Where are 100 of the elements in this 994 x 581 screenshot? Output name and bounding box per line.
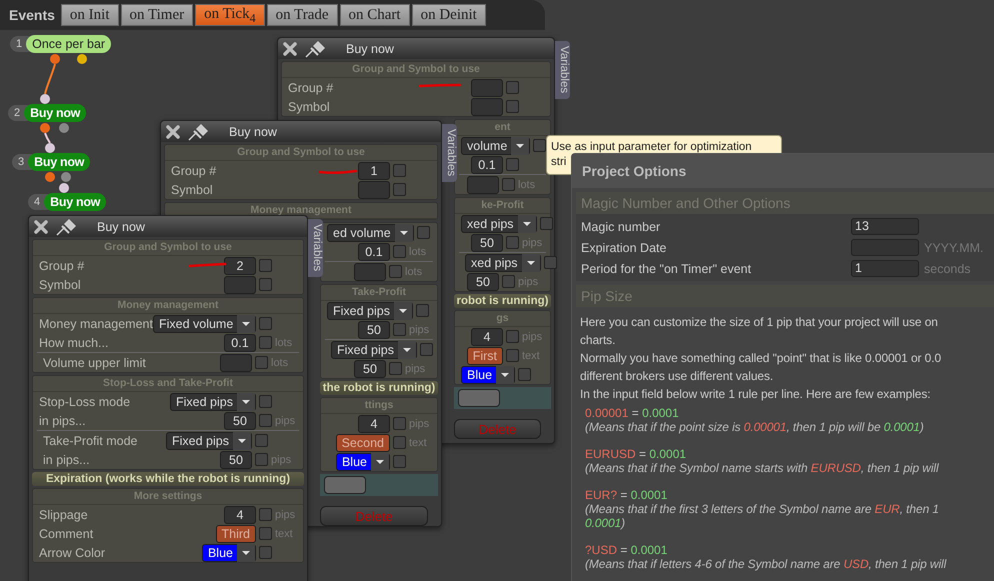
event-tab[interactable]: on Chart	[340, 4, 410, 26]
input-field[interactable]	[224, 276, 256, 294]
checkbox[interactable]	[540, 217, 553, 230]
checkbox[interactable]	[506, 100, 519, 113]
checkbox[interactable]	[259, 259, 272, 272]
pin-icon[interactable]	[304, 40, 326, 58]
status-button[interactable]	[458, 389, 500, 407]
checkbox[interactable]	[393, 323, 406, 336]
input-field[interactable]	[354, 262, 386, 280]
checkbox[interactable]	[389, 362, 402, 375]
input-field[interactable]	[220, 354, 252, 372]
input-field[interactable]	[358, 180, 390, 198]
dropdown[interactable]: ed volume	[327, 224, 414, 242]
event-tab[interactable]: on Trade	[266, 4, 338, 26]
input-field[interactable]: 50	[467, 272, 499, 290]
input-field[interactable]: 50	[220, 450, 252, 468]
input-field[interactable]: 50	[358, 320, 390, 338]
checkbox[interactable]	[393, 245, 406, 258]
input-field[interactable]: 2	[224, 256, 256, 274]
checkbox[interactable]	[544, 256, 557, 269]
status-button[interactable]	[324, 476, 366, 494]
checkbox[interactable]	[506, 158, 519, 171]
checkbox[interactable]	[393, 455, 406, 468]
checkbox[interactable]	[506, 330, 519, 343]
checkbox[interactable]	[255, 434, 268, 447]
event-tab[interactable]: on Init	[60, 4, 119, 26]
input-field[interactable]: 4	[358, 414, 390, 432]
input-field[interactable]: 4	[471, 328, 503, 346]
input-field[interactable]: 50	[354, 360, 386, 378]
input-field[interactable]: 1	[358, 162, 390, 180]
checkbox[interactable]	[393, 417, 406, 430]
dropdown[interactable]: Fixed pips	[166, 432, 252, 450]
input-field[interactable]: 1	[851, 260, 919, 277]
example-rule: EURUSD = 0.0001	[585, 447, 688, 461]
event-tab[interactable]: on Deinit	[412, 4, 486, 26]
checkbox[interactable]	[259, 395, 272, 408]
checkbox[interactable]	[533, 139, 546, 152]
event-tab[interactable]: on Timer	[120, 4, 194, 26]
flow-block[interactable]: Buy now	[24, 104, 86, 122]
dropdown[interactable]: Fixed volume	[152, 314, 256, 332]
checkbox[interactable]	[259, 317, 272, 330]
checkbox[interactable]	[259, 508, 272, 521]
checkbox[interactable]	[502, 275, 515, 288]
input-field[interactable]	[471, 98, 503, 116]
checkbox[interactable]	[506, 236, 519, 249]
description-text: different brokers use different values.	[580, 368, 774, 385]
checkbox[interactable]	[393, 183, 406, 196]
checkbox[interactable]	[259, 546, 272, 559]
checkbox[interactable]	[393, 436, 406, 449]
flow-block[interactable]: Buy now	[28, 153, 90, 171]
close-icon[interactable]	[33, 218, 49, 234]
input-field[interactable]	[851, 239, 919, 256]
checkbox[interactable]	[506, 349, 519, 362]
port-dot	[40, 123, 50, 133]
dropdown[interactable]: Fixed pips	[331, 340, 417, 358]
checkbox[interactable]	[259, 336, 272, 349]
unit-label: YYYY.MM.	[924, 240, 984, 254]
checkbox[interactable]	[259, 278, 272, 291]
input-field[interactable]: 0.1	[358, 242, 390, 260]
section-banner: robot is running)	[454, 294, 551, 308]
input-field[interactable]	[467, 176, 499, 194]
events-label: Events	[9, 7, 55, 23]
pin-icon[interactable]	[55, 218, 77, 236]
color-dropdown[interactable]: Blue	[202, 544, 256, 562]
dropdown[interactable]: xed pips	[461, 214, 537, 232]
variables-tab[interactable]: Variables	[442, 124, 457, 182]
input-field[interactable]: 4	[224, 506, 256, 524]
input-field[interactable]: 13	[851, 218, 919, 235]
dropdown[interactable]: xed pips	[465, 254, 541, 272]
flow-block[interactable]: Buy now	[44, 193, 106, 211]
input-field[interactable]	[471, 78, 503, 96]
close-icon[interactable]	[165, 124, 181, 140]
input-field[interactable]: 0.1	[471, 156, 503, 174]
dropdown[interactable]: volume	[461, 136, 530, 154]
flow-block[interactable]: Once per bar	[26, 35, 112, 53]
description-text: In the input field below write 1 rule per line. Here are few examples:	[580, 386, 932, 403]
checkbox[interactable]	[259, 527, 272, 540]
variables-tab[interactable]: Variables	[555, 41, 570, 99]
checkbox[interactable]	[416, 304, 429, 317]
dropdown[interactable]: Fixed pips	[170, 392, 256, 410]
checkbox[interactable]	[416, 226, 430, 239]
checkbox[interactable]	[255, 453, 268, 466]
checkbox[interactable]	[420, 343, 433, 356]
event-tab[interactable]: on Tick$_{4}$	[195, 4, 265, 26]
close-icon[interactable]	[282, 40, 298, 56]
pin-icon[interactable]	[187, 122, 209, 140]
color-dropdown[interactable]: Blue	[336, 452, 390, 470]
color-dropdown[interactable]: Blue	[461, 366, 516, 384]
input-field[interactable]: 50	[471, 234, 503, 252]
checkbox[interactable]	[259, 414, 272, 427]
dropdown[interactable]: Fixed pips	[327, 302, 413, 320]
input-field[interactable]: 0.1	[224, 334, 256, 352]
input-field[interactable]: 50	[224, 412, 256, 430]
checkbox[interactable]	[502, 178, 515, 191]
checkbox[interactable]	[393, 164, 406, 177]
variables-tab[interactable]: Variables	[308, 219, 323, 277]
checkbox[interactable]	[518, 368, 532, 381]
checkbox[interactable]	[506, 81, 519, 94]
checkbox[interactable]	[255, 356, 268, 369]
checkbox[interactable]	[389, 265, 402, 278]
